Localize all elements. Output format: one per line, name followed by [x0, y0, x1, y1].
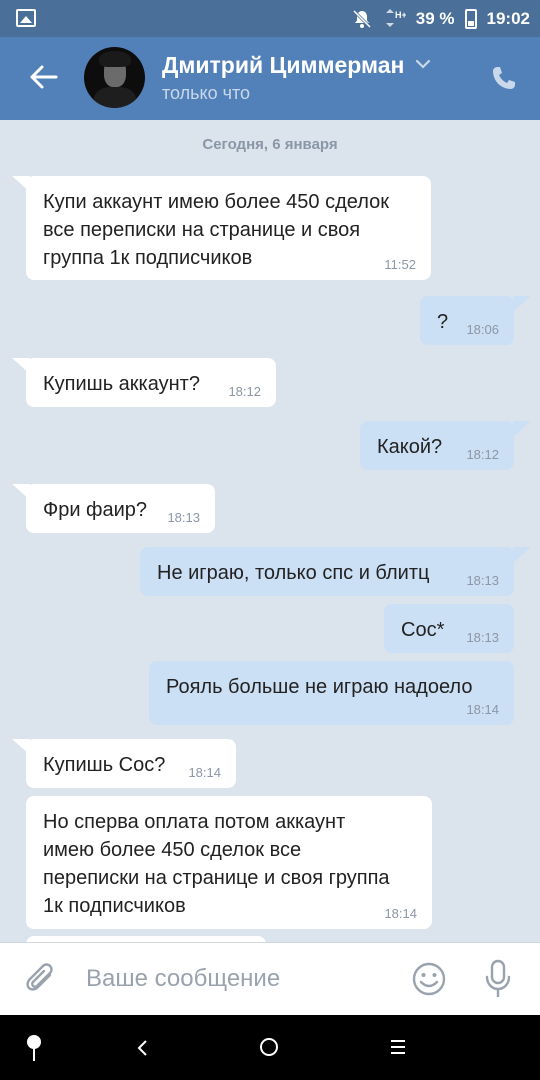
avatar[interactable]	[84, 47, 145, 108]
message-incoming[interactable]: Купи аккаунт имею более 450 сделок все п…	[26, 176, 431, 280]
network-type: H+	[395, 10, 406, 20]
message-text: Купишь аккаунт?	[43, 373, 200, 395]
signal-icon: H+	[385, 8, 406, 27]
status-time: 19:02	[486, 8, 530, 28]
message-text: Но сперва оплата потом аккаунт имею боле…	[43, 811, 390, 917]
message-time: 18:12	[466, 447, 499, 462]
message-time: 18:13	[466, 573, 499, 588]
message-text: Не играю, только спс и блитц	[157, 562, 430, 584]
smile-icon[interactable]	[411, 961, 447, 997]
message-time: 18:06	[466, 322, 499, 337]
bubble-tail	[513, 547, 531, 563]
message-outgoing[interactable]: ? 18:06	[420, 296, 514, 345]
message-list[interactable]: Сегодня, 6 января Купи аккаунт имею боле…	[0, 120, 540, 942]
message-incoming[interactable]: Купишь аккаунт? 18:12	[26, 358, 276, 407]
back-arrow-icon[interactable]	[26, 59, 62, 95]
nav-back-icon[interactable]	[133, 1037, 153, 1059]
message-outgoing[interactable]: Не играю, только спс и блитц 18:13	[140, 547, 514, 596]
message-incoming[interactable]: Фри фаир? 18:13	[26, 484, 215, 533]
chevron-down-icon[interactable]	[414, 55, 432, 73]
image-icon	[16, 9, 36, 27]
message-incoming[interactable]: Купишь Сос? 18:14	[26, 739, 236, 788]
message-text: Рояль больше не играю надоело	[166, 676, 473, 698]
status-bar: H+ 39 % 19:02	[0, 0, 540, 37]
message-incoming[interactable]: Но сперва оплата потом аккаунт имею боле…	[26, 796, 432, 929]
contact-name[interactable]: Дмитрий Циммерман	[162, 52, 404, 79]
chat-header: Дмитрий Циммерман только что	[0, 37, 540, 120]
bubble-tail	[513, 296, 531, 312]
message-time: 18:13	[167, 510, 200, 525]
date-separator: Сегодня, 6 января	[202, 136, 338, 153]
bubble-tail	[513, 421, 531, 437]
message-time: 18:14	[188, 765, 221, 780]
phone-icon[interactable]	[490, 64, 518, 92]
microphone-icon[interactable]	[482, 959, 514, 999]
location-pin-icon[interactable]	[26, 1035, 42, 1061]
paperclip-icon[interactable]	[24, 961, 60, 997]
message-outgoing[interactable]: Какой? 18:12	[360, 421, 514, 470]
mute-icon	[352, 9, 371, 28]
status-bar-right: H+ 39 % 19:02	[352, 0, 530, 37]
system-nav-bar	[0, 1015, 540, 1080]
battery-percent: 39 %	[415, 8, 455, 28]
nav-home-icon[interactable]	[260, 1038, 278, 1056]
nav-menu-icon[interactable]	[389, 1039, 407, 1055]
message-outgoing[interactable]: Сос* 18:13	[384, 604, 514, 653]
message-input[interactable]	[86, 961, 386, 997]
message-time: 18:14	[466, 702, 499, 717]
message-time: 18:12	[228, 384, 261, 399]
contact-status: только что	[162, 83, 251, 103]
message-text: Купи аккаунт имею более 450 сделок все п…	[43, 191, 389, 269]
message-time: 18:14	[384, 906, 417, 921]
battery-icon	[464, 8, 477, 29]
message-time: 11:52	[384, 257, 416, 272]
message-input-bar	[0, 942, 540, 1016]
message-time: 18:13	[466, 630, 499, 645]
message-outgoing[interactable]: Рояль больше не играю надоело 18:14	[149, 661, 514, 725]
